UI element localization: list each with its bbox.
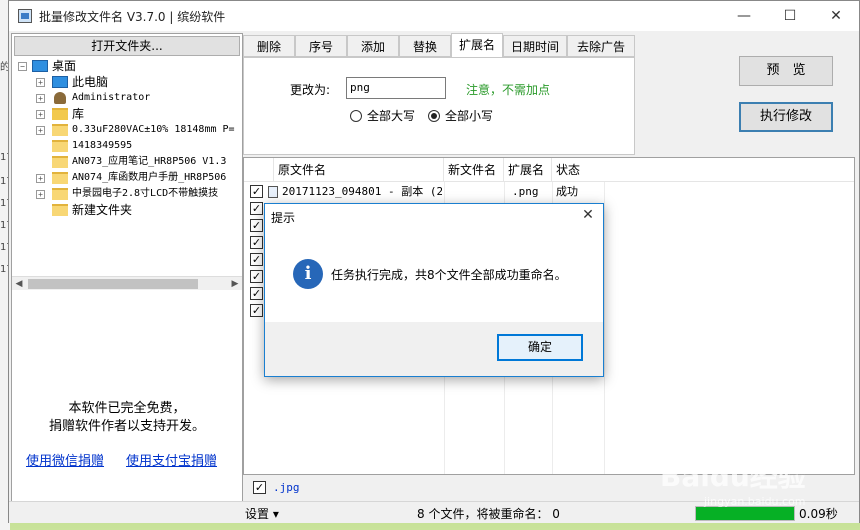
tree-item-library[interactable]: + 库 (12, 106, 242, 122)
free-software-note: 本软件已完全免费， 捐赠软件作者以支持开发。 (48, 401, 205, 434)
file-count-summary: 8 个文件，将被重命名： 0 (417, 507, 560, 521)
dialog-footer: 确定 (265, 322, 603, 376)
scrollbar-thumb[interactable] (28, 279, 198, 289)
folder-icon (52, 140, 68, 152)
row-checkbox[interactable]: ✓ (250, 202, 263, 215)
user-icon (54, 92, 66, 104)
tree-item-this-pc[interactable]: + 此电脑 (12, 74, 242, 90)
folder-icon (52, 188, 68, 200)
title-bar[interactable]: 批量修改文件名 V3.7.0 | 缤纷软件 — ☐ ✕ (9, 1, 859, 31)
watermark-url: jingyan.baidu.com (704, 495, 806, 508)
tree-horizontal-scrollbar[interactable]: ◀ ▶ (12, 276, 242, 290)
table-row[interactable]: ✓ 20171123_094801 - 副本 (2) .png 成功 (244, 183, 854, 200)
file-list-header: 原文件名 新文件名 扩展名 状态 (244, 158, 854, 182)
expand-icon[interactable]: + (36, 126, 45, 135)
image-file-icon (268, 186, 278, 198)
progress-bar (695, 506, 795, 521)
tree-item-folder[interactable]: 1418349595 (12, 138, 242, 154)
folder-icon (52, 124, 68, 136)
tree-item-desktop[interactable]: − 桌面 (12, 58, 242, 74)
donate-alipay-link[interactable]: 使用支付宝捐赠 (126, 450, 217, 469)
tab-replace[interactable]: 替换 (399, 35, 451, 57)
expand-icon[interactable]: + (36, 190, 45, 199)
expand-icon[interactable]: + (36, 110, 45, 119)
settings-menu[interactable]: 设置 ▾ (245, 505, 279, 522)
dialog-message: 任务执行完成，共8个文件全部成功重命名。 (331, 268, 567, 282)
row-checkbox[interactable]: ✓ (250, 236, 263, 249)
computer-icon (52, 76, 68, 88)
tab-extension[interactable]: 扩展名 (451, 33, 503, 58)
expand-icon[interactable]: + (36, 78, 45, 87)
tab-add[interactable]: 添加 (347, 35, 399, 57)
maximize-button[interactable]: ☐ (767, 1, 813, 31)
folder-icon (52, 204, 68, 216)
tab-remove-ads[interactable]: 去除广告 (567, 35, 635, 57)
row-checkbox[interactable]: ✓ (250, 270, 263, 283)
open-folder-button[interactable]: 打开文件夹... (14, 36, 240, 56)
scroll-right-icon[interactable]: ▶ (228, 277, 242, 291)
folder-panel: 打开文件夹... − 桌面 + 此电脑 + Administrator + 库 (11, 33, 243, 521)
expand-icon[interactable]: + (36, 174, 45, 183)
tab-datetime[interactable]: 日期时间 (503, 35, 567, 57)
tree-item-folder[interactable]: + 中景园电子2.8寸LCD不带触摸技 (12, 186, 242, 202)
row-checkbox[interactable]: ✓ (250, 287, 263, 300)
row-checkbox[interactable]: ✓ (250, 304, 263, 317)
tab-sequence[interactable]: 序号 (295, 35, 347, 57)
window-title: 批量修改文件名 V3.7.0 | 缤纷软件 (39, 10, 226, 24)
app-icon (18, 9, 32, 23)
dialog-close-icon[interactable]: ✕ (579, 206, 597, 224)
expand-icon[interactable]: + (36, 94, 45, 103)
watermark-logo: Baidu经验 (660, 460, 806, 493)
column-extension[interactable]: 扩展名 (504, 158, 552, 182)
row-checkbox[interactable]: ✓ (250, 253, 263, 266)
donate-wechat-link[interactable]: 使用微信捐赠 (26, 450, 104, 469)
dialog-title: 提示 (271, 211, 296, 225)
row-checkbox[interactable]: ✓ (250, 185, 263, 198)
info-dialog: 提示 ✕ i 任务执行完成，共8个文件全部成功重命名。 确定 (264, 203, 604, 377)
folder-tree[interactable]: − 桌面 + 此电脑 + Administrator + 库 + 0.33uF2… (12, 58, 242, 278)
tab-delete[interactable]: 删除 (243, 35, 295, 57)
tree-item-folder[interactable]: + AN074_库函数用户手册_HR8P506 (12, 170, 242, 186)
radio-checked-icon[interactable] (428, 110, 440, 122)
execute-rename-button[interactable]: 执行修改 (739, 102, 833, 132)
filter-checkbox[interactable]: ✓ (253, 481, 266, 494)
desktop-icon (32, 60, 48, 72)
filter-extension-label[interactable]: .jpg (273, 481, 300, 494)
tree-item-folder[interactable]: + 0.33uF280VAC±10% 18148mm P= (12, 122, 242, 138)
folder-icon (52, 172, 68, 184)
scroll-left-icon[interactable]: ◀ (12, 277, 26, 291)
preview-button[interactable]: 预 览 (739, 56, 833, 86)
tree-item-folder[interactable]: AN073_应用笔记_HR8P506 V1.3 (12, 154, 242, 170)
tree-item-administrator[interactable]: + Administrator (12, 90, 242, 106)
column-new-name[interactable]: 新文件名 (444, 158, 504, 182)
close-button[interactable]: ✕ (813, 1, 859, 31)
radio-unchecked-icon[interactable] (350, 110, 362, 122)
column-original-name[interactable]: 原文件名 (274, 158, 444, 182)
change-to-label: 更改为: (290, 83, 331, 97)
no-dot-notice: 注意，不需加点 (466, 83, 551, 97)
progress-fill (696, 507, 794, 520)
column-status[interactable]: 状态 (552, 158, 854, 182)
minimize-button[interactable]: — (721, 1, 767, 31)
folder-icon (52, 156, 68, 168)
row-checkbox[interactable]: ✓ (250, 219, 263, 232)
info-icon: i (293, 259, 323, 289)
tree-item-folder[interactable]: 新建文件夹 (12, 202, 242, 218)
library-icon (52, 108, 68, 120)
function-tabs: 删除 序号 添加 替换 扩展名 日期时间 去除广告 (243, 33, 637, 58)
extension-input[interactable]: png (346, 77, 446, 99)
ok-button[interactable]: 确定 (497, 334, 583, 361)
collapse-icon[interactable]: − (18, 62, 27, 71)
extension-tab-page: 更改为: png 注意，不需加点 全部大写 全部小写 (243, 57, 635, 155)
